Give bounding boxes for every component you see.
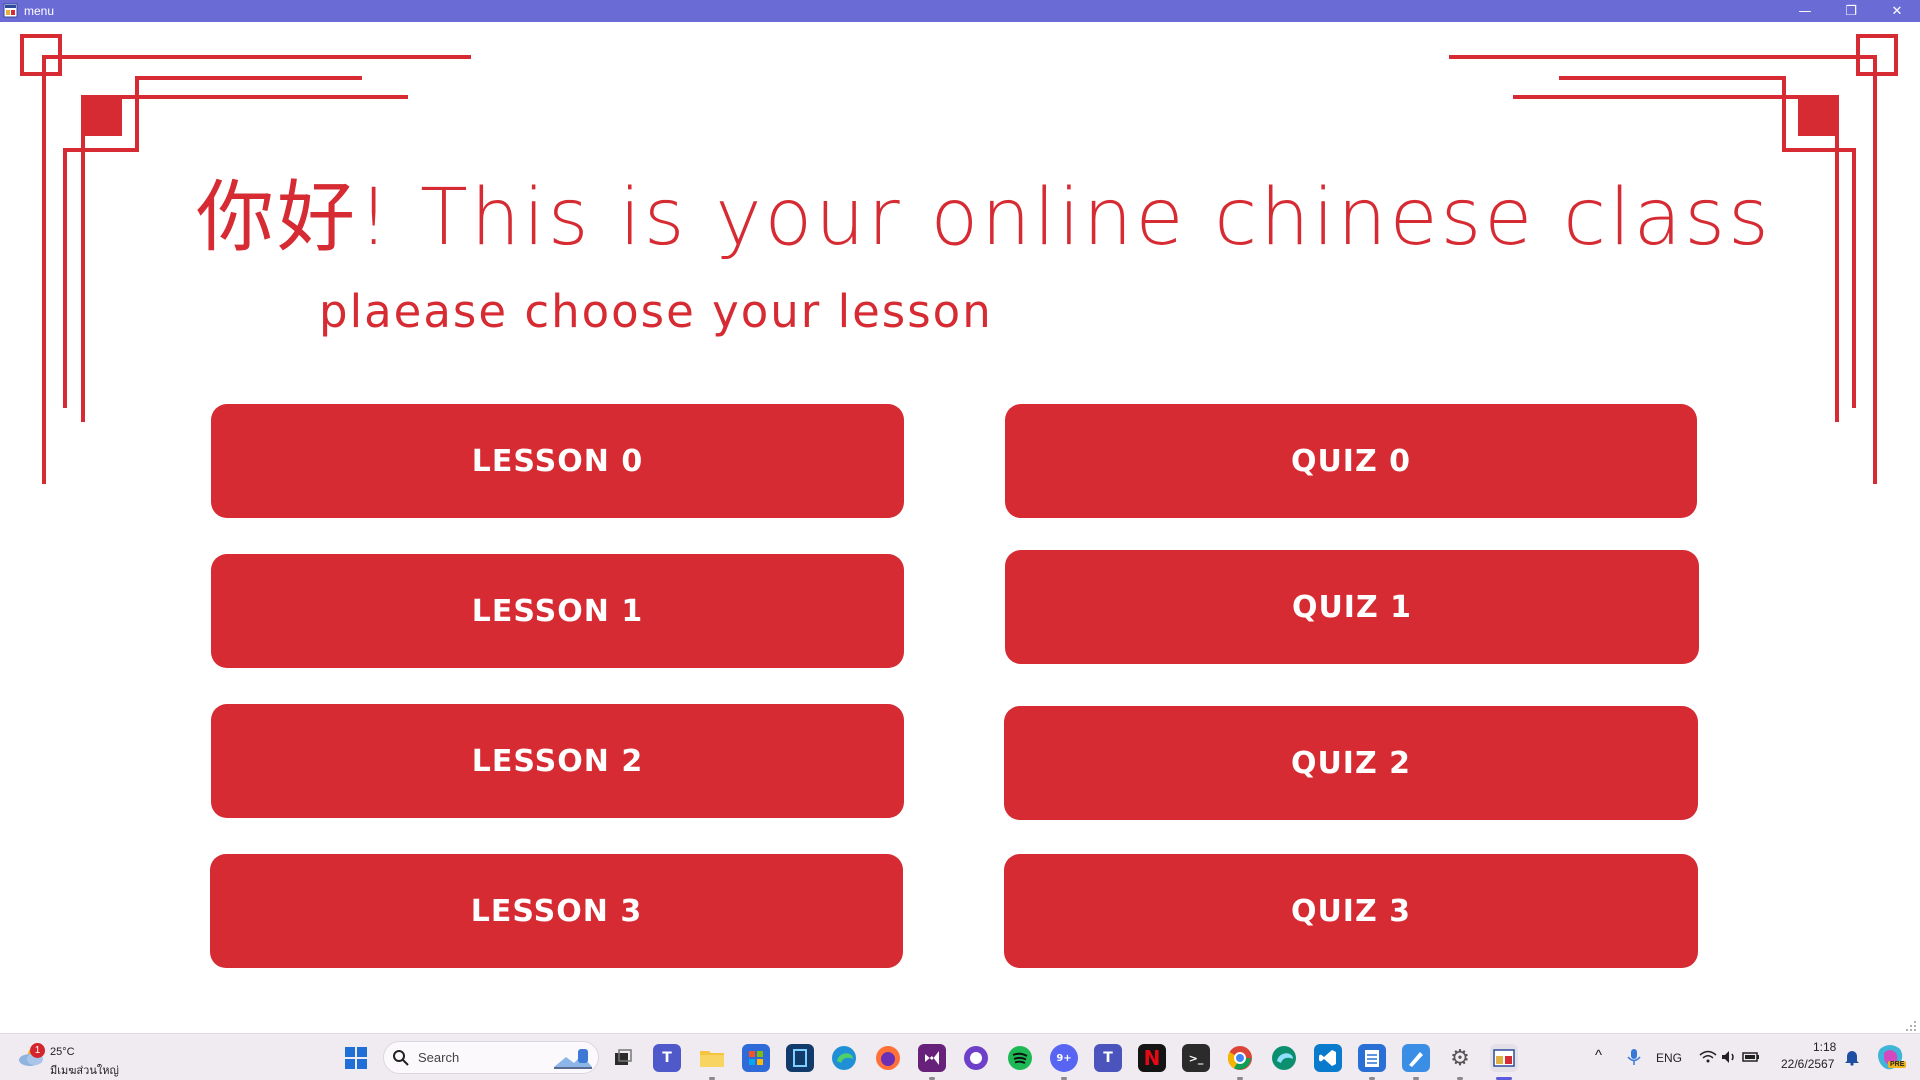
settings-button[interactable]: ⚙ (1446, 1044, 1474, 1072)
quiz-1-button[interactable]: QUIZ 1 (1005, 550, 1699, 664)
notepad-button[interactable] (1358, 1044, 1386, 1072)
chrome-button[interactable] (1226, 1044, 1254, 1072)
clock-time[interactable]: 1:18 (1813, 1040, 1836, 1054)
notification-bell-icon[interactable] (1843, 1048, 1861, 1066)
weather-temperature: 25°C (50, 1046, 75, 1058)
vscode-icon (1319, 1050, 1336, 1066)
chrome-icon (1227, 1046, 1252, 1070)
input-language-indicator[interactable]: ENG (1656, 1051, 1682, 1065)
volume-icon[interactable] (1720, 1048, 1738, 1066)
teams-icon: T (662, 1050, 672, 1066)
minimize-icon: — (1798, 3, 1812, 19)
taskbar: 1 25°C มีเมฆส่วนใหญ่ Search T 9+ T N >_ … (0, 1033, 1920, 1080)
visual-studio-button[interactable] (918, 1044, 946, 1072)
lesson-2-button[interactable]: LESSON 2 (211, 704, 904, 818)
window-title-bar[interactable]: menu — ❐ ✕ (0, 0, 1920, 22)
quiz-2-button[interactable]: QUIZ 2 (1004, 706, 1698, 820)
discord-icon: 9+ (1056, 1052, 1072, 1064)
resize-grip-icon[interactable] (1906, 1019, 1918, 1031)
firefox-button[interactable] (874, 1044, 902, 1072)
notepad-app-icon (793, 1049, 807, 1067)
spotify-icon (1008, 1046, 1032, 1070)
teams-work-icon: T (1103, 1050, 1113, 1066)
page-title: 你好! This is your online chinese class (196, 173, 1772, 263)
menu-app-icon (1493, 1049, 1515, 1067)
clock-date[interactable]: 22/6/2567 (1781, 1057, 1834, 1071)
edge-button[interactable] (830, 1044, 858, 1072)
paint-button[interactable] (1402, 1044, 1430, 1072)
search-highlight-icon (554, 1049, 592, 1069)
quiz-0-button[interactable]: QUIZ 0 (1005, 404, 1697, 518)
close-button[interactable]: ✕ (1874, 0, 1920, 22)
show-hidden-icons-button[interactable]: ^ (1595, 1047, 1602, 1064)
quiz-3-button[interactable]: QUIZ 3 (1004, 854, 1698, 968)
copilot-preview-badge: PRE (1888, 1061, 1907, 1068)
page-subtitle: plaease choose your lesson (319, 285, 993, 338)
lesson-3-button[interactable]: LESSON 3 (210, 854, 903, 968)
notepad-icon (1365, 1050, 1379, 1067)
notepad-app-button[interactable] (786, 1044, 814, 1072)
weather-widget[interactable]: 1 25°C มีเมฆส่วนใหญ่ (16, 1040, 126, 1077)
visual-studio-icon (925, 1051, 939, 1065)
file-explorer-icon (700, 1051, 724, 1067)
github-desktop-icon (964, 1046, 988, 1070)
microsoft-store-button[interactable] (742, 1044, 770, 1072)
minimize-button[interactable]: — (1782, 0, 1828, 22)
file-explorer-button[interactable] (698, 1044, 726, 1072)
weather-location: มีเมฆส่วนใหญ่ (50, 1065, 119, 1077)
start-icon (345, 1047, 367, 1069)
teams-work-button[interactable]: T (1094, 1044, 1122, 1072)
edge-icon (832, 1046, 856, 1070)
edge-dev-icon (1272, 1046, 1296, 1070)
search-label: Search (418, 1050, 460, 1065)
menu-app-button[interactable] (1490, 1044, 1518, 1072)
lesson-1-button[interactable]: LESSON 1 (211, 554, 904, 668)
start-button[interactable] (342, 1044, 370, 1072)
task-view-icon (615, 1049, 632, 1065)
app-icon (3, 3, 18, 18)
netflix-button[interactable]: N (1138, 1044, 1166, 1072)
github-desktop-button[interactable] (962, 1044, 990, 1072)
edge-dev-button[interactable] (1270, 1044, 1298, 1072)
microsoft-store-icon (749, 1051, 763, 1065)
firefox-icon (876, 1046, 900, 1070)
teams-button[interactable]: T (653, 1044, 681, 1072)
paint-icon (1409, 1052, 1423, 1067)
wifi-icon[interactable] (1699, 1048, 1717, 1066)
vscode-button[interactable] (1314, 1044, 1342, 1072)
window-title: menu (24, 4, 55, 18)
spotify-button[interactable] (1006, 1044, 1034, 1072)
taskbar-search-box[interactable]: Search (383, 1041, 599, 1074)
weather-badge: 1 (30, 1043, 45, 1058)
copilot-button[interactable]: PRE (1876, 1043, 1907, 1071)
menu-page: 你好! This is your online chinese class pl… (0, 22, 1920, 1033)
discord-button[interactable]: 9+ (1050, 1044, 1078, 1072)
settings-icon: ⚙ (1450, 1045, 1470, 1071)
netflix-icon: N (1143, 1046, 1161, 1070)
close-icon: ✕ (1891, 3, 1903, 19)
restore-icon: ❐ (1845, 3, 1857, 19)
task-view-button[interactable] (609, 1044, 637, 1072)
restore-button[interactable]: ❐ (1828, 0, 1874, 22)
terminal-button[interactable]: >_ (1182, 1044, 1210, 1072)
microphone-icon[interactable] (1625, 1048, 1643, 1066)
lesson-0-button[interactable]: LESSON 0 (211, 404, 904, 518)
battery-icon[interactable] (1742, 1048, 1760, 1066)
terminal-icon: >_ (1188, 1051, 1204, 1065)
search-icon (393, 1050, 409, 1066)
